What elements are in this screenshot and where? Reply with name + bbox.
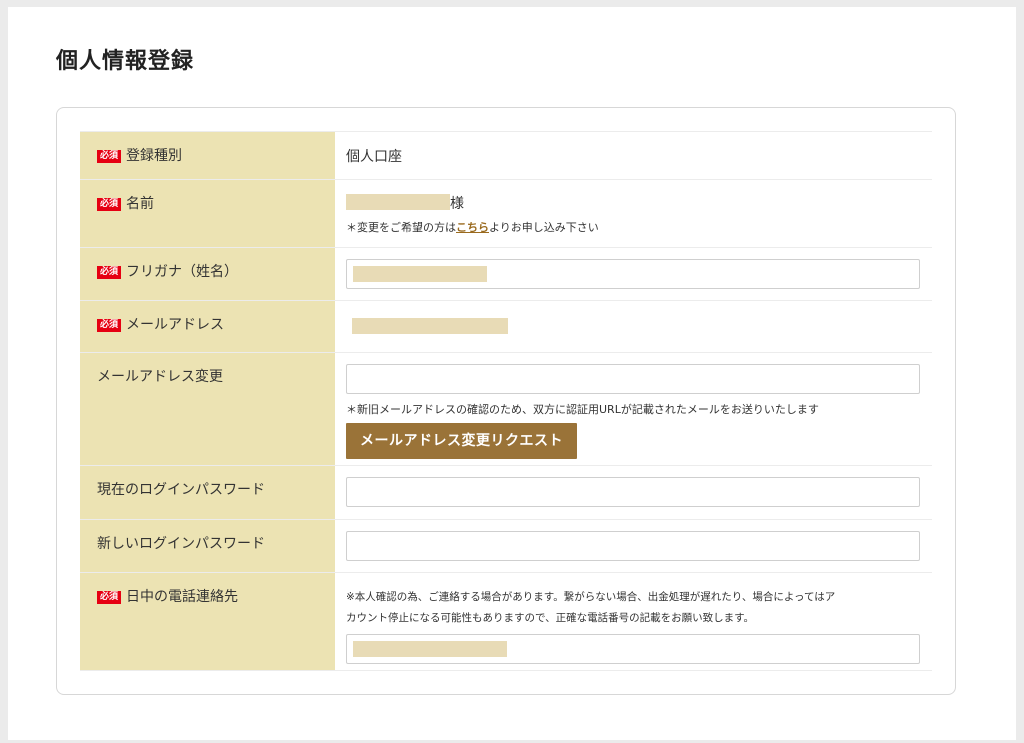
kana-input[interactable] — [346, 259, 920, 289]
email-change-note: ＊新旧メールアドレスの確認のため、双方に認証用URLが記載されたメールをお送りい… — [346, 403, 819, 416]
label-cell: 必須 フリガナ（姓名） — [80, 247, 335, 301]
form-card: 必須 登録種別 個人口座 必須 名前 様 ＊変更をご希望の方はこちらよりお申し込み下… — [56, 107, 956, 695]
registration-type-value: 個人口座 — [346, 149, 402, 165]
row-daytime-phone: 必須 日中の電話連絡先 ※本人確認の為、ご連絡する場合があります。繋がらない場合、… — [80, 572, 932, 671]
redacted-phone-value — [353, 641, 507, 657]
new-email-input[interactable] — [346, 364, 920, 394]
phone-note-line: ※本人確認の為、ご連絡する場合があります。繋がらない場合、出金処理が遅れたり、場… — [346, 591, 836, 603]
value-cell — [335, 519, 932, 573]
required-badge: 必須 — [97, 319, 122, 332]
note-text: ＊変更をご希望の方は — [346, 221, 456, 234]
change-request-link[interactable]: こちら — [456, 221, 489, 234]
label-current-password: 現在のログインパスワード — [97, 482, 265, 498]
label-registration-type: 登録種別 — [126, 148, 183, 164]
phone-note-line: カウント停止になる可能性もありますので、正確な電話番号の記載をお願い致します。 — [346, 612, 755, 624]
row-registration-type: 必須 登録種別 個人口座 — [80, 131, 932, 180]
value-cell — [335, 300, 932, 353]
value-cell: 様 ＊変更をご希望の方はこちらよりお申し込み下さい — [335, 179, 932, 248]
required-badge: 必須 — [97, 198, 122, 211]
row-name: 必須 名前 様 ＊変更をご希望の方はこちらよりお申し込み下さい — [80, 179, 932, 248]
value-cell: 個人口座 — [335, 131, 932, 180]
label-cell: 必須 メールアドレス — [80, 300, 335, 353]
label-cell: メールアドレス変更 — [80, 352, 335, 466]
label-daytime-phone: 日中の電話連絡先 — [126, 589, 239, 605]
label-cell: 必須 日中の電話連絡先 — [80, 572, 335, 671]
name-suffix: 様 — [450, 196, 464, 212]
required-badge: 必須 — [97, 266, 122, 279]
label-cell: 新しいログインパスワード — [80, 519, 335, 573]
value-cell — [335, 465, 932, 520]
redacted-name — [346, 194, 450, 210]
label-cell: 現在のログインパスワード — [80, 465, 335, 520]
phone-note: ※本人確認の為、ご連絡する場合があります。繋がらない場合、出金処理が遅れたり、場… — [346, 587, 920, 629]
required-badge: 必須 — [97, 591, 122, 604]
label-cell: 必須 登録種別 — [80, 131, 335, 180]
note-text: よりお申し込み下さい — [489, 221, 599, 234]
required-badge: 必須 — [97, 150, 122, 163]
page-title: 個人情報登録 — [56, 49, 195, 74]
email-change-request-button[interactable]: メールアドレス変更リクエスト — [346, 423, 577, 459]
value-cell: ※本人確認の為、ご連絡する場合があります。繋がらない場合、出金処理が遅れたり、場… — [335, 572, 932, 671]
value-cell: ＊新旧メールアドレスの確認のため、双方に認証用URLが記載されたメールをお送りい… — [335, 352, 932, 466]
label-email: メールアドレス — [126, 317, 225, 333]
value-cell — [335, 247, 932, 301]
label-email-change: メールアドレス変更 — [97, 369, 223, 385]
row-kana: 必須 フリガナ（姓名） — [80, 247, 932, 301]
label-new-password: 新しいログインパスワード — [97, 536, 265, 552]
row-current-password: 現在のログインパスワード — [80, 465, 932, 520]
label-cell: 必須 名前 — [80, 179, 335, 248]
row-email: 必須 メールアドレス — [80, 300, 932, 353]
new-password-input[interactable] — [346, 531, 920, 561]
daytime-phone-input[interactable] — [346, 634, 920, 664]
registration-form-table: 必須 登録種別 個人口座 必須 名前 様 ＊変更をご希望の方はこちらよりお申し込み下… — [80, 131, 932, 671]
redacted-kana-value — [353, 266, 487, 282]
label-name: 名前 — [126, 196, 155, 212]
name-change-note: ＊変更をご希望の方はこちらよりお申し込み下さい — [346, 219, 920, 235]
row-email-change: メールアドレス変更 ＊新旧メールアドレスの確認のため、双方に認証用URLが記載さ… — [80, 352, 932, 466]
redacted-email — [352, 318, 508, 334]
current-password-input[interactable] — [346, 477, 920, 507]
label-kana: フリガナ（姓名） — [126, 264, 239, 280]
row-new-password: 新しいログインパスワード — [80, 519, 932, 573]
page: 個人情報登録 必須 登録種別 個人口座 必須 名前 様 ＊変更をご希望の方はこち… — [8, 7, 1016, 740]
